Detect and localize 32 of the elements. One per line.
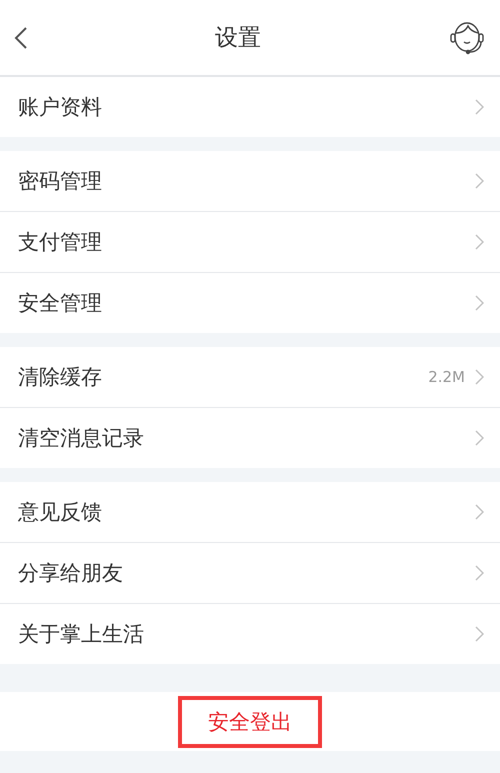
- back-button[interactable]: [14, 26, 28, 50]
- chevron-icon: [475, 626, 484, 642]
- item-label: 分享给朋友: [18, 560, 124, 587]
- chevron-icon: [475, 234, 484, 250]
- chevron-icon: [475, 173, 484, 189]
- page-title: 设置: [215, 24, 261, 53]
- settings-item[interactable]: 安全管理: [0, 272, 500, 333]
- item-value: 2.2M: [428, 368, 465, 386]
- settings-item[interactable]: 支付管理: [0, 211, 500, 272]
- chevron-icon: [475, 369, 484, 385]
- item-label: 意见反馈: [18, 499, 103, 526]
- item-label: 安全管理: [18, 290, 103, 317]
- chevron-icon: [475, 565, 484, 581]
- item-label: 关于掌上生活: [18, 621, 145, 648]
- settings-item[interactable]: 清空消息记录: [0, 407, 500, 468]
- item-label: 账户资料: [18, 94, 103, 121]
- logout-button[interactable]: 安全登出: [178, 696, 322, 748]
- item-label: 清空消息记录: [18, 425, 145, 452]
- chevron-icon: [475, 430, 484, 446]
- chevron-icon: [475, 99, 484, 115]
- item-label: 支付管理: [18, 229, 103, 256]
- settings-item[interactable]: 分享给朋友: [0, 542, 500, 603]
- settings-item[interactable]: 意见反馈: [0, 482, 500, 542]
- back-icon: [14, 26, 28, 50]
- settings-item[interactable]: 清除缓存 2.2M: [0, 347, 500, 407]
- item-label: 清除缓存: [18, 364, 103, 391]
- item-label: 密码管理: [18, 168, 103, 195]
- chevron-icon: [475, 295, 484, 311]
- settings-item[interactable]: 账户资料: [0, 77, 500, 137]
- settings-item[interactable]: 密码管理: [0, 151, 500, 211]
- settings-item[interactable]: 关于掌上生活: [0, 603, 500, 664]
- chevron-icon: [475, 504, 484, 520]
